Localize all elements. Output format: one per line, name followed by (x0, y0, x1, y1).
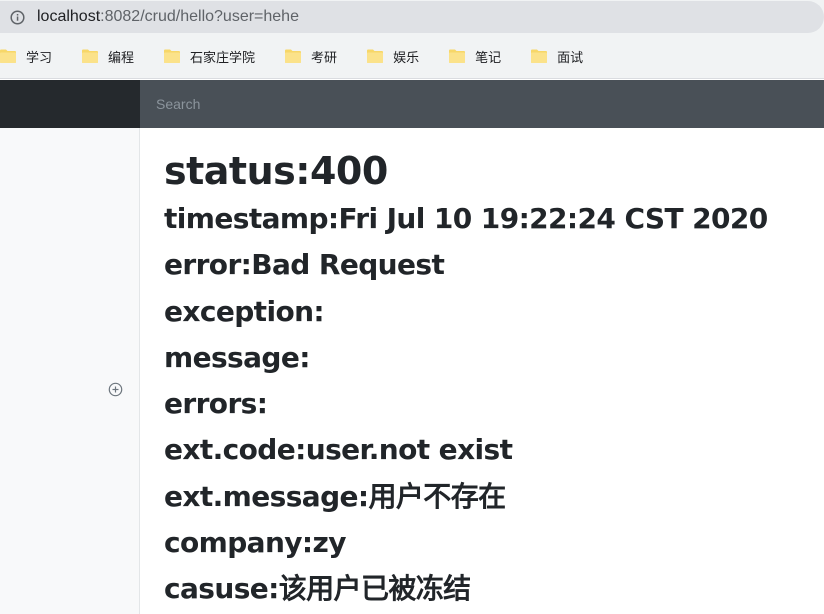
bookmark-label: 面试 (557, 50, 584, 66)
browser-address-bar: localhost:8082/crud/hello?user=hehe (0, 0, 824, 34)
bookmark-label: 石家庄学院 (190, 50, 256, 66)
folder-icon (0, 49, 16, 63)
folder-icon (449, 49, 466, 63)
ext-code-line: ext.code:user.not exist (164, 433, 513, 467)
top-navbar (0, 80, 824, 128)
exception-line: exception: (164, 294, 325, 328)
folder-icon (367, 49, 384, 63)
errors-line: errors: (164, 387, 268, 421)
folder-icon (531, 49, 548, 63)
error-details: status:400 timestamp:Fri Jul 10 19:22:24… (164, 146, 814, 613)
bookmark-sjz-university[interactable]: 石家庄学院 (164, 42, 263, 70)
ext-message-line: ext.message:用户不存在 (164, 479, 506, 513)
url-path: :8082/crud/hello?user=hehe (100, 8, 299, 25)
bookmark-label: 娱乐 (393, 50, 420, 66)
cause-line: casuse:该用户已被冻结 (164, 572, 471, 606)
message-line: message: (164, 340, 310, 374)
bookmark-label: 考研 (311, 50, 338, 66)
error-line: error:Bad Request (164, 248, 445, 282)
navbar-brand[interactable] (0, 80, 140, 128)
folder-icon (285, 49, 302, 63)
bookmark-programming[interactable]: 编程 (82, 42, 142, 70)
plus-circle-icon[interactable] (108, 382, 123, 397)
search-input[interactable] (140, 80, 824, 128)
folder-icon (164, 49, 181, 63)
bookmarks-bar: 学习 编程 石家庄学院 考研 娱乐 笔记 面试 (0, 34, 824, 79)
bookmark-entertainment[interactable]: 娱乐 (367, 42, 427, 70)
sidebar (0, 128, 140, 614)
timestamp-line: timestamp:Fri Jul 10 19:22:24 CST 2020 (164, 202, 768, 235)
bookmark-label: 笔记 (475, 50, 502, 66)
bookmark-label: 编程 (108, 50, 135, 66)
bookmark-label: 学习 (26, 50, 53, 66)
company-line: company:zy (164, 526, 346, 560)
folder-icon (82, 49, 99, 63)
status-heading: status:400 (164, 149, 388, 193)
bookmark-interview[interactable]: 面试 (531, 42, 591, 70)
bookmark-exam[interactable]: 考研 (285, 42, 345, 70)
bookmark-study[interactable]: 学习 (0, 42, 60, 70)
url-field[interactable]: localhost:8082/crud/hello?user=hehe (0, 1, 824, 33)
bookmark-notes[interactable]: 笔记 (449, 42, 509, 70)
url-host: localhost (37, 8, 101, 25)
info-circle-icon[interactable] (10, 9, 25, 25)
